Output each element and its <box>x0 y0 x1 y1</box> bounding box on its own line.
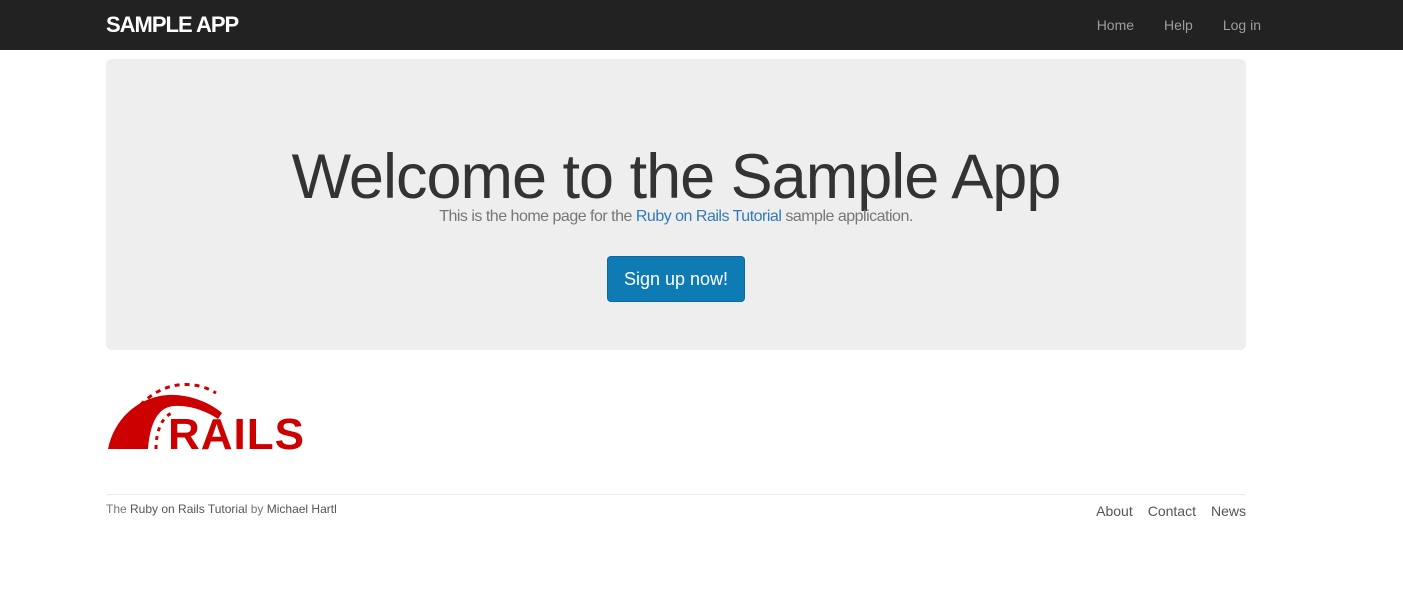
main-nav: Home Help Log in <box>1067 0 1261 50</box>
footer-contact-link[interactable]: Contact <box>1148 503 1196 519</box>
footer-about-link[interactable]: About <box>1096 503 1133 519</box>
nav-help-link[interactable]: Help <box>1164 15 1193 35</box>
hero-title: Welcome to the Sample App <box>291 142 1062 212</box>
nav-home-link[interactable]: Home <box>1097 15 1134 35</box>
rails-logo-icon: RAILS <box>108 383 305 459</box>
footer-divider <box>106 494 1246 495</box>
rails-logo-link[interactable]: RAILS <box>106 379 306 459</box>
footer-news-link[interactable]: News <box>1211 503 1246 519</box>
footer-by: by <box>247 502 267 516</box>
footer-author-link[interactable]: Michael Hartl <box>267 502 337 516</box>
footer-tutorial-link[interactable]: Ruby on Rails Tutorial <box>130 502 247 516</box>
footer-credit: The Ruby on Rails Tutorial by Michael Ha… <box>106 502 337 516</box>
hero-lead-prefix: This is the home page for the <box>439 208 636 225</box>
hero-lead-suffix: sample application. <box>781 208 913 225</box>
rails-logo-text: RAILS <box>168 410 305 451</box>
brand-logo-link[interactable]: SAMPLE APP <box>106 11 239 39</box>
nav-login-link[interactable]: Log in <box>1223 15 1261 35</box>
footer-nav: About Contact News <box>1081 503 1246 519</box>
navbar: SAMPLE APP Home Help Log in <box>0 0 1403 50</box>
hero-jumbotron: Welcome to the Sample App This is the ho… <box>106 59 1246 350</box>
hero-lead: This is the home page for the Ruby on Ra… <box>106 206 1246 228</box>
footer-prefix: The <box>106 502 131 516</box>
signup-button[interactable]: Sign up now! <box>607 256 745 302</box>
rails-tutorial-link[interactable]: Ruby on Rails Tutorial <box>636 208 782 225</box>
